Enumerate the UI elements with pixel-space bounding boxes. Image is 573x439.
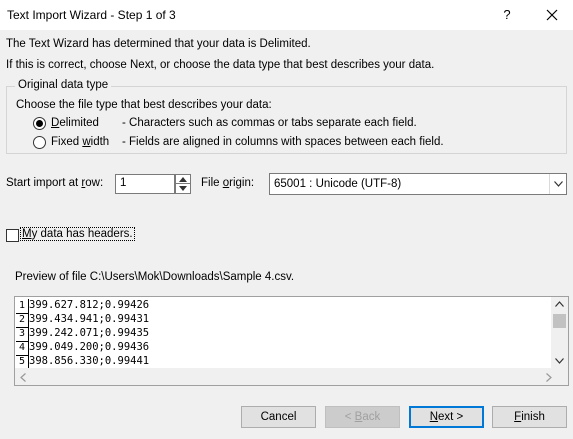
scroll-left-icon[interactable] [20,373,26,382]
title-bar: Text Import Wizard - Step 1 of 3 ? [0,0,573,30]
preview-label: Preview of file C:\Users\Mok\Downloads\S… [15,271,295,283]
chevron-down-icon [554,181,563,187]
preview-lines: 1 399.627.812;0.99426 2 399.434.941;0.9943… [16,298,149,370]
scroll-up-icon[interactable] [555,301,564,307]
fixed-width-radio[interactable] [33,136,46,149]
fixed-width-description: - Fields are aligned in columns with spa… [122,136,444,148]
file-origin-label: File origin: [201,177,255,189]
finish-button[interactable]: Finish [492,406,567,428]
my-data-has-headers-label[interactable]: My data has headers. [20,227,135,241]
caret-down-icon [179,186,187,191]
choose-type-label: Choose the file type that best describes… [16,99,272,111]
scroll-right-icon[interactable] [546,373,552,382]
intro-text-instructions: If this is correct, choose Next, or choo… [6,59,435,71]
scroll-down-icon[interactable] [555,358,564,364]
dropdown-arrow-button[interactable] [549,174,566,194]
radio-selected-dot [36,120,43,127]
delimited-description: - Characters such as commas or tabs sepa… [122,117,417,129]
start-row-label: Start import at row: [6,177,104,189]
preview-vertical-scrollbar[interactable] [551,297,568,369]
file-origin-value: 65001 : Unicode (UTF-8) [274,178,402,190]
preview-horizontal-scrollbar[interactable] [15,368,568,385]
preview-line: 1 399.627.812;0.99426 [16,298,149,314]
caret-up-icon [179,177,187,182]
close-button[interactable] [537,0,567,30]
scrollbar-thumb[interactable] [553,314,566,328]
preview-line: 2 399.434.941;0.99431 [16,312,149,328]
group-legend: Original data type [15,79,112,91]
spin-up-button[interactable] [176,175,190,184]
file-origin-dropdown[interactable]: 65001 : Unicode (UTF-8) [269,173,567,195]
spin-down-button[interactable] [176,184,190,193]
back-button[interactable]: < Back [325,406,400,428]
fixed-width-radio-label[interactable]: Fixed width [51,136,109,148]
close-icon [546,9,558,21]
cancel-button[interactable]: Cancel [241,406,316,428]
delimited-radio-label[interactable]: Delimited [51,117,99,129]
next-button[interactable]: Next > [409,406,484,428]
start-row-input[interactable]: 1 [115,174,175,194]
start-row-spinner[interactable] [175,174,191,194]
preview-line: 3 399.242.071;0.99435 [16,326,149,342]
file-preview-pane[interactable]: 1 399.627.812;0.99426 2 399.434.941;0.9943… [14,296,569,386]
delimited-radio[interactable] [33,117,46,130]
preview-line: 5 398.856.330;0.99441 [16,354,149,370]
original-data-type-group: Original data type Choose the file type … [6,79,567,154]
help-button[interactable]: ? [492,0,522,30]
my-data-has-headers-checkbox[interactable] [6,229,19,242]
preview-line: 4 399.049.200;0.99436 [16,340,149,356]
intro-text-delimited: The Text Wizard has determined that your… [6,38,311,50]
window-title: Text Import Wizard - Step 1 of 3 [7,8,176,22]
